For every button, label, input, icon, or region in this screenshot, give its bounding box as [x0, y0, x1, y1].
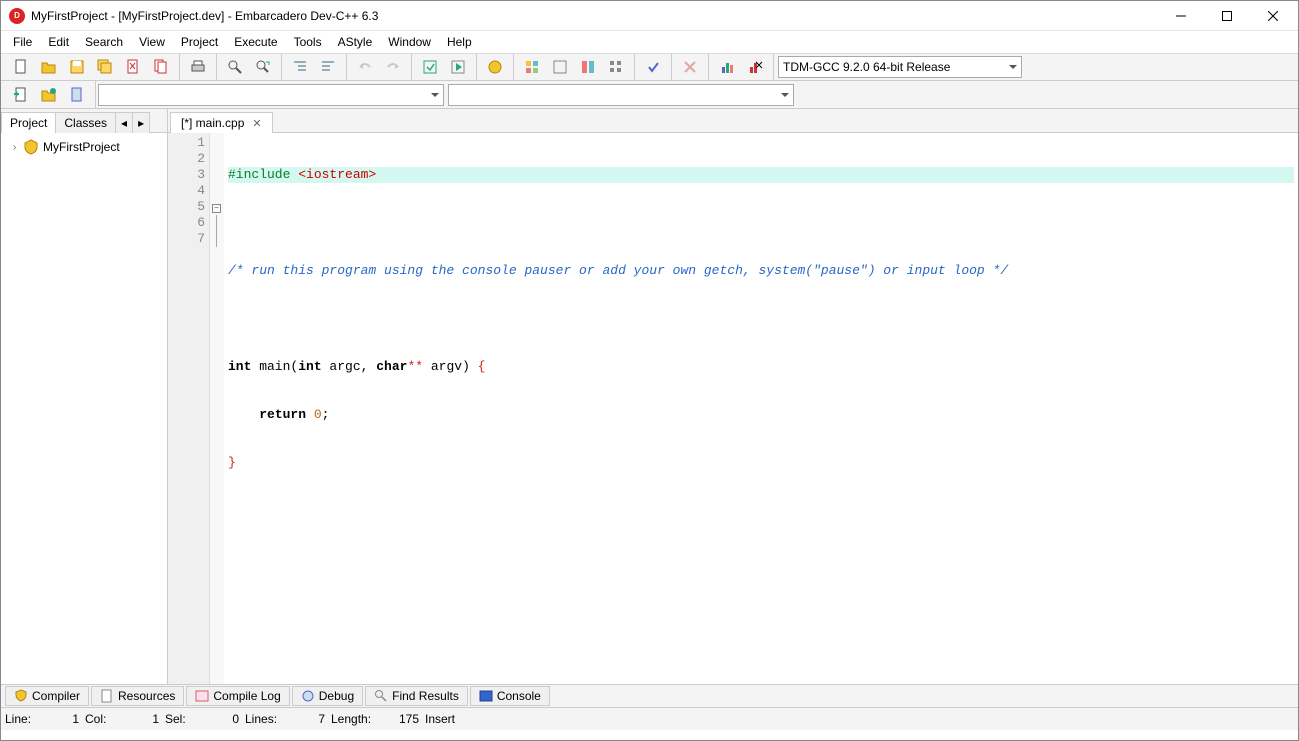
menu-project[interactable]: Project — [173, 33, 226, 51]
tab-nav-right[interactable]: ▸ — [132, 112, 150, 133]
chevron-down-icon — [431, 93, 439, 97]
close-all-icon[interactable] — [149, 55, 173, 79]
remove-from-project-icon[interactable] — [65, 83, 89, 107]
tree-root-item[interactable]: › MyFirstProject — [5, 137, 163, 157]
chevron-down-icon — [781, 93, 789, 97]
function-combo[interactable] — [448, 84, 794, 106]
tree-root-label: MyFirstProject — [43, 140, 120, 154]
project-tree: › MyFirstProject — [1, 133, 167, 684]
status-bar: Line:1 Col:1 Sel:0 Lines:7 Length:175 In… — [1, 708, 1298, 730]
project-icon — [23, 139, 39, 155]
tab-console[interactable]: Console — [470, 686, 550, 706]
status-col-value: 1 — [115, 712, 163, 726]
tab-debug[interactable]: Debug — [292, 686, 363, 706]
tab-project[interactable]: Project — [1, 112, 56, 133]
menu-tools[interactable]: Tools — [286, 33, 330, 51]
log-icon — [195, 689, 209, 703]
print-icon[interactable] — [186, 55, 210, 79]
page-icon — [100, 689, 114, 703]
status-mode: Insert — [425, 712, 455, 726]
save-icon[interactable] — [65, 55, 89, 79]
status-line-label: Line: — [5, 712, 35, 726]
new-file-icon[interactable] — [9, 55, 33, 79]
shield-icon — [14, 689, 28, 703]
add-to-project-icon[interactable] — [37, 83, 61, 107]
sidebar: Project Classes ◂ ▸ › MyFirstProject — [1, 109, 168, 684]
status-sel-label: Sel: — [165, 712, 195, 726]
indent-icon[interactable] — [288, 55, 312, 79]
tab-resources[interactable]: Resources — [91, 686, 184, 706]
chevron-down-icon — [1009, 65, 1017, 69]
toolbar-btn-b[interactable] — [576, 55, 600, 79]
menu-window[interactable]: Window — [380, 33, 439, 51]
compiler-dropdown[interactable]: TDM-GCC 9.2.0 64-bit Release — [778, 56, 1022, 78]
editor-tab-maincpp[interactable]: [*] main.cpp ✕ — [170, 112, 273, 133]
editor-panel: [*] main.cpp ✕ 1 2 3 4 5 6 7 − — [168, 109, 1298, 684]
tab-compiler[interactable]: Compiler — [5, 686, 89, 706]
code-content[interactable]: #include <iostream> /* run this program … — [224, 133, 1298, 684]
find-icon[interactable] — [223, 55, 247, 79]
title-bar: D MyFirstProject - [MyFirstProject.dev] … — [1, 1, 1298, 31]
secondary-toolbar — [1, 81, 1298, 109]
menu-view[interactable]: View — [131, 33, 173, 51]
code-editor[interactable]: 1 2 3 4 5 6 7 − #include <iostream> / — [168, 133, 1298, 684]
app-icon: D — [9, 8, 25, 24]
replace-icon[interactable] — [251, 55, 275, 79]
save-all-icon[interactable] — [93, 55, 117, 79]
status-lines-value: 7 — [281, 712, 329, 726]
fold-icon[interactable]: − — [212, 204, 221, 213]
menu-edit[interactable]: Edit — [40, 33, 77, 51]
run-icon[interactable] — [446, 55, 470, 79]
unindent-icon[interactable] — [316, 55, 340, 79]
status-line-value: 1 — [35, 712, 83, 726]
fold-gutter: − — [210, 133, 224, 684]
compiler-label: TDM-GCC 9.2.0 64-bit Release — [783, 60, 950, 74]
status-lines-label: Lines: — [245, 712, 281, 726]
compile-run-icon[interactable] — [483, 55, 507, 79]
menu-help[interactable]: Help — [439, 33, 480, 51]
output-tabs: Compiler Resources Compile Log Debug Fin… — [1, 684, 1298, 708]
editor-tab-label: [*] main.cpp — [181, 116, 244, 130]
close-icon[interactable]: ✕ — [252, 117, 261, 130]
status-length-label: Length: — [331, 712, 375, 726]
menu-bar: File Edit Search View Project Execute To… — [1, 31, 1298, 53]
close-button[interactable] — [1250, 1, 1296, 31]
maximize-button[interactable] — [1204, 1, 1250, 31]
menu-astyle[interactable]: AStyle — [330, 33, 381, 51]
menu-file[interactable]: File — [5, 33, 40, 51]
menu-execute[interactable]: Execute — [226, 33, 285, 51]
profile-icon[interactable] — [715, 55, 739, 79]
status-length-value: 175 — [375, 712, 423, 726]
new-project-file-icon[interactable] — [9, 83, 33, 107]
undo-icon[interactable] — [353, 55, 377, 79]
console-icon — [479, 689, 493, 703]
tab-compile-log[interactable]: Compile Log — [186, 686, 289, 706]
main-toolbar: TDM-GCC 9.2.0 64-bit Release — [1, 53, 1298, 81]
debug-icon[interactable] — [641, 55, 665, 79]
compile-icon[interactable] — [418, 55, 442, 79]
toolbar-btn-a[interactable] — [548, 55, 572, 79]
bug-icon — [301, 689, 315, 703]
search-icon — [374, 689, 388, 703]
tab-find-results[interactable]: Find Results — [365, 686, 468, 706]
class-combo[interactable] — [98, 84, 444, 106]
status-sel-value: 0 — [195, 712, 243, 726]
minimize-button[interactable] — [1158, 1, 1204, 31]
expand-icon[interactable]: › — [13, 142, 23, 153]
line-number-gutter: 1 2 3 4 5 6 7 — [168, 133, 210, 684]
close-file-icon[interactable] — [121, 55, 145, 79]
tab-nav-left[interactable]: ◂ — [115, 112, 133, 133]
delete-profile-icon[interactable] — [743, 55, 767, 79]
redo-icon[interactable] — [381, 55, 405, 79]
window-title: MyFirstProject - [MyFirstProject.dev] - … — [31, 9, 1158, 23]
status-col-label: Col: — [85, 712, 115, 726]
toolbar-btn-c[interactable] — [604, 55, 628, 79]
stop-icon[interactable] — [678, 55, 702, 79]
open-file-icon[interactable] — [37, 55, 61, 79]
rebuild-all-icon[interactable] — [520, 55, 544, 79]
menu-search[interactable]: Search — [77, 33, 131, 51]
tab-classes[interactable]: Classes — [55, 112, 116, 133]
